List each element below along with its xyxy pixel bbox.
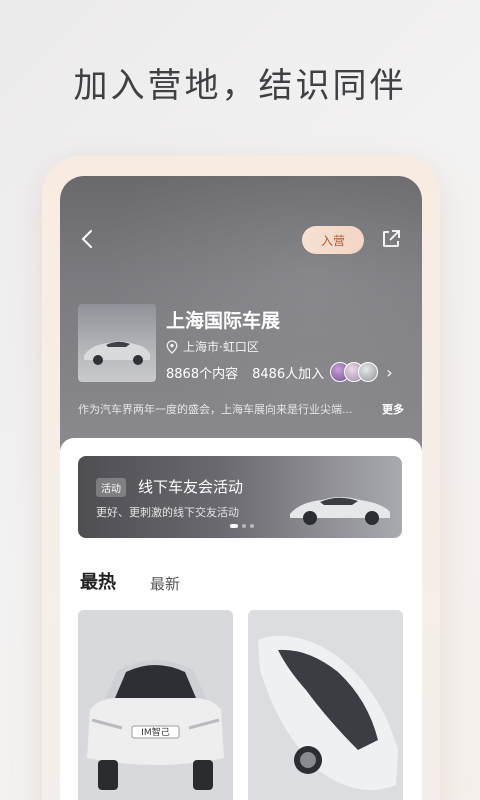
page-headline: 加入营地，结识同伴 bbox=[73, 66, 407, 106]
camp-description: 作为汽车界两年一度的盛会，上海车展向来是行业尖端... bbox=[78, 403, 353, 416]
camp-content: 活动 线下车友会活动 更好、更刺激的线下交友活动 最热 最新 IM智己 bbox=[60, 438, 422, 800]
carousel-indicator bbox=[230, 524, 254, 528]
more-link[interactable]: 更多 bbox=[382, 401, 404, 417]
plate-text: IM智己 bbox=[141, 726, 169, 738]
avatar bbox=[358, 362, 379, 382]
tab-hot[interactable]: 最热 bbox=[78, 568, 120, 594]
activity-banner[interactable]: 活动 线下车友会活动 更好、更刺激的线下交友活动 bbox=[78, 456, 402, 538]
camp-location: 上海市·虹口区 bbox=[166, 338, 259, 355]
join-button[interactable]: 入营 bbox=[302, 226, 364, 254]
activity-tag: 活动 bbox=[96, 478, 126, 497]
banner-subtitle: 更好、更刺激的线下交友活动 bbox=[96, 506, 239, 519]
tab-latest[interactable]: 最新 bbox=[150, 573, 180, 594]
banner-title: 线下车友会活动 bbox=[138, 478, 244, 496]
camp-header: 入营 上海国际车展 上海市·虹口区 8868个内容 8486人加入 › 作为汽车… bbox=[60, 176, 422, 456]
location-pin-icon bbox=[166, 339, 178, 354]
camp-description-row: 作为汽车界两年一度的盛会，上海车展向来是行业尖端... 更多 bbox=[78, 401, 404, 417]
chevron-left-icon bbox=[81, 230, 92, 248]
member-avatars[interactable] bbox=[330, 362, 379, 382]
post-card[interactable]: IM智己 bbox=[78, 610, 233, 800]
share-button[interactable] bbox=[380, 228, 402, 250]
camp-screen: 入营 上海国际车展 上海市·虹口区 8868个内容 8486人加入 › 作为汽车… bbox=[60, 176, 422, 800]
content-count: 8868个内容 bbox=[166, 366, 239, 382]
member-count[interactable]: 8486人加入 bbox=[252, 363, 324, 382]
sort-tabs: 最热 最新 bbox=[78, 568, 180, 594]
camp-stats: 8868个内容 8486人加入 › bbox=[166, 362, 393, 382]
camp-name: 上海国际车展 bbox=[166, 310, 281, 332]
post-card[interactable] bbox=[248, 610, 403, 800]
car-top-image bbox=[248, 610, 403, 800]
car-front-image: IM智己 bbox=[78, 610, 233, 800]
camp-thumbnail bbox=[78, 304, 156, 382]
back-button[interactable] bbox=[80, 228, 100, 252]
share-icon bbox=[383, 230, 400, 247]
location-text: 上海市·虹口区 bbox=[183, 340, 259, 354]
chevron-right-icon[interactable]: › bbox=[386, 363, 392, 382]
car-image bbox=[290, 497, 390, 525]
